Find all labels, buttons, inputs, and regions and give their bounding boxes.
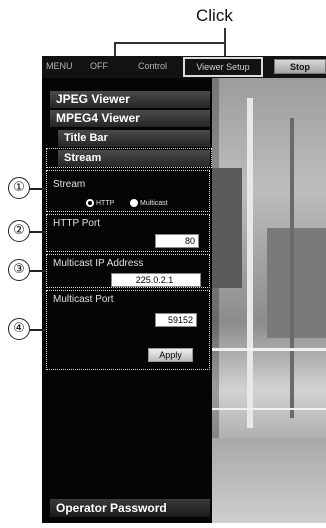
sidebar-item-mpeg4-viewer[interactable]: MPEG4 Viewer [50, 110, 210, 127]
menu-label[interactable]: MENU [46, 61, 73, 71]
marker-1: ① [8, 177, 30, 199]
click-callout-label: Click [196, 6, 233, 25]
marker-4-line [30, 329, 46, 331]
http-port-title: HTTP Port [53, 218, 101, 229]
stream-title: Stream [53, 179, 86, 190]
multicast-port-field[interactable]: 59152 [155, 313, 197, 327]
camera-video-feed [212, 78, 326, 523]
marker-1-line [30, 188, 46, 190]
multicast-radio[interactable] [130, 199, 138, 207]
multicast-port-title: Multicast Port [53, 294, 114, 305]
callout-line-horizontal [114, 42, 226, 44]
marker-3-line [30, 270, 46, 272]
http-port-field[interactable]: 80 [155, 234, 199, 248]
sidebar-item-operator-password[interactable]: Operator Password [50, 499, 210, 517]
multicast-ip-panel: Multicast IP Address 225.0.2.1 [46, 254, 210, 288]
stream-menu-outline [46, 148, 212, 168]
multicast-ip-title: Multicast IP Address [53, 258, 144, 269]
multicast-ip-field[interactable]: 225.0.2.1 [111, 273, 201, 287]
marker-2: ② [8, 220, 30, 242]
marker-2-line [30, 231, 46, 233]
http-radio-label: HTTP [96, 200, 115, 207]
stream-panel: Stream HTTP Multicast [46, 170, 210, 212]
marker-3: ③ [8, 259, 30, 281]
callout-line-right-drop [224, 42, 226, 56]
control-tab[interactable]: Control [138, 61, 167, 71]
multicast-radio-label: Multicast [140, 200, 168, 207]
viewer-setup-tab[interactable]: Viewer Setup [183, 57, 263, 77]
http-port-panel: HTTP Port 80 [46, 214, 210, 252]
http-radio[interactable] [86, 199, 94, 207]
callout-line-vertical [224, 28, 226, 42]
sidebar-item-title-bar[interactable]: Title Bar [58, 130, 210, 147]
off-label[interactable]: OFF [90, 61, 108, 71]
marker-4: ④ [8, 318, 30, 340]
sidebar-item-jpeg-viewer[interactable]: JPEG Viewer [50, 91, 210, 108]
apply-button[interactable]: Apply [148, 348, 193, 362]
stop-button[interactable]: Stop [274, 59, 326, 74]
